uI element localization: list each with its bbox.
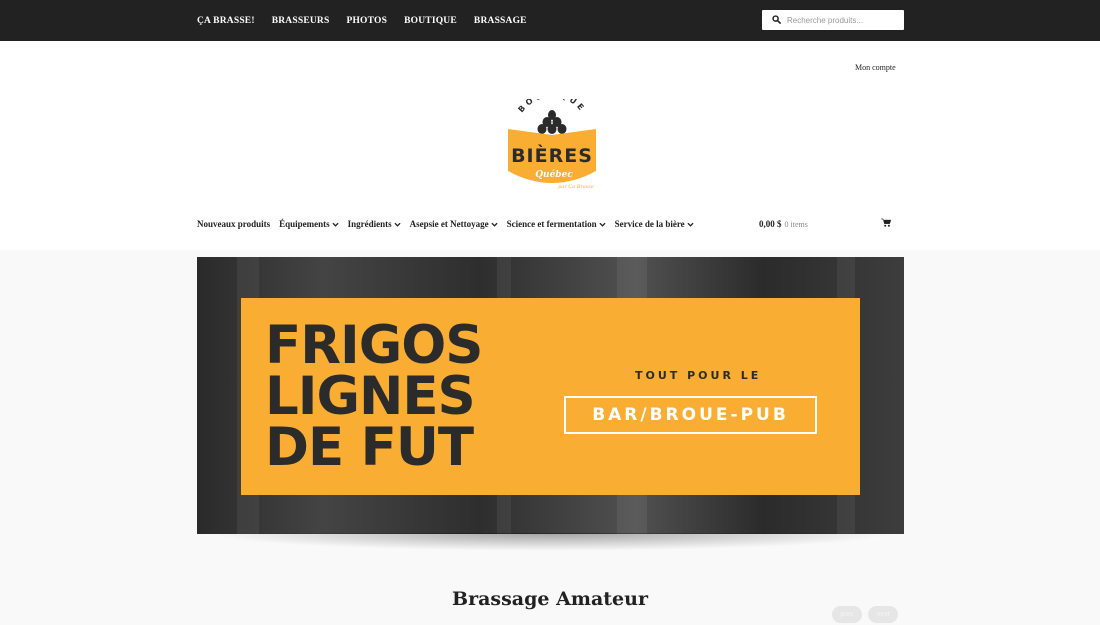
nav-service-biere[interactable]: Service de la bière: [615, 219, 694, 229]
chevron-down-icon: [332, 222, 339, 227]
promo-box-label: BAR/BROUE-PUB: [564, 396, 817, 434]
shopping-cart-icon[interactable]: [881, 218, 891, 227]
topnav-photos[interactable]: PHOTOS: [346, 16, 387, 26]
nav-label: Science et fermentation: [506, 219, 597, 229]
nav-asepsie-nettoyage[interactable]: Asepsie et Nettoyage: [410, 219, 498, 229]
cart-amount: 0,00 $: [759, 219, 782, 229]
nav-label: Nouveaux produits: [197, 219, 271, 229]
next-button[interactable]: next: [868, 606, 898, 623]
banner-shadow: [205, 533, 895, 551]
nav-label: Équipements: [279, 219, 330, 229]
promo-tagline: TOUT POUR LE: [635, 369, 762, 382]
chevron-down-icon: [491, 222, 498, 227]
my-account-link[interactable]: Mon compte: [855, 63, 896, 72]
topnav-brassage[interactable]: BRASSAGE: [474, 16, 527, 26]
site-logo[interactable]: BOUTIQUE BIÈRES Québec par Ça Brasse: [506, 90, 598, 199]
cart-count: 0 items: [784, 220, 808, 229]
cart-summary[interactable]: 0,00 $ 0 items: [759, 219, 808, 229]
section-title: Brassage Amateur: [452, 588, 648, 610]
nav-label: Ingrédients: [347, 219, 392, 229]
main-navigation: Nouveaux produits Équipements Ingrédient…: [197, 219, 694, 229]
promo-panel: FRIGOS LIGNES DE FUT TOUT POUR LE BAR/BR…: [241, 298, 860, 495]
prev-button[interactable]: prev: [832, 606, 862, 623]
topnav-ca-brasse[interactable]: ÇA BRASSE!: [197, 16, 255, 26]
logo-sub-text: Québec: [535, 169, 573, 180]
top-navigation: ÇA BRASSE! BRASSEURS PHOTOS BOUTIQUE BRA…: [197, 0, 527, 41]
logo-signature: par Ça Brasse: [558, 184, 594, 190]
nav-equipements[interactable]: Équipements: [279, 219, 339, 229]
search-input[interactable]: [787, 15, 897, 25]
chevron-down-icon: [687, 222, 694, 227]
logo-main-text: BIÈRES: [511, 144, 593, 167]
nav-label: Service de la bière: [614, 219, 685, 229]
carousel-pager: prev next: [832, 606, 898, 623]
headline-line-3: DE FUT: [265, 417, 474, 478]
topnav-boutique[interactable]: BOUTIQUE: [404, 16, 457, 26]
search-icon[interactable]: [762, 10, 782, 30]
nav-label: Asepsie et Nettoyage: [409, 219, 489, 229]
topnav-brasseurs[interactable]: BRASSEURS: [272, 16, 330, 26]
nav-science-fermentation[interactable]: Science et fermentation: [507, 219, 606, 229]
chevron-down-icon: [394, 222, 401, 227]
promo-banner[interactable]: FRIGOS LIGNES DE FUT TOUT POUR LE BAR/BR…: [197, 257, 904, 534]
chevron-down-icon: [599, 222, 606, 227]
headline-line-2: LIGNES: [265, 366, 476, 427]
promo-headline: FRIGOS LIGNES DE FUT: [265, 315, 483, 478]
top-bar: ÇA BRASSE! BRASSEURS PHOTOS BOUTIQUE BRA…: [0, 0, 1100, 41]
search-box: [762, 10, 904, 30]
site-header: Mon compte BOUTIQUE BIÈRES Québec par Ç: [0, 41, 1100, 250]
headline-line-1: FRIGOS: [265, 315, 483, 376]
nav-ingredients[interactable]: Ingrédients: [348, 219, 401, 229]
nav-nouveaux-produits[interactable]: Nouveaux produits: [197, 219, 270, 229]
